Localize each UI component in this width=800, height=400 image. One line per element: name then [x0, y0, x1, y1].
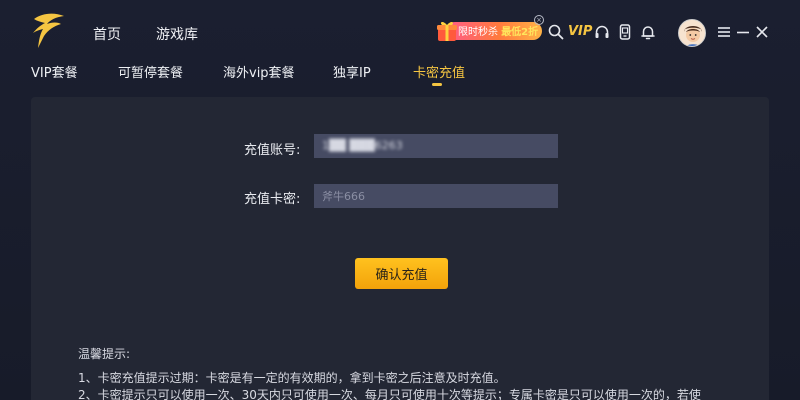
tips-title: 温馨提示:	[78, 347, 131, 361]
vip-icon[interactable]: VIP	[568, 24, 592, 39]
card-label: 充值卡密:	[244, 192, 301, 207]
search-icon[interactable]	[548, 24, 564, 40]
bell-icon[interactable]	[640, 24, 656, 40]
account-label: 充值账号:	[244, 143, 301, 158]
avatar-face-icon	[679, 20, 705, 46]
confirm-recharge-button[interactable]: 确认充值	[355, 258, 448, 289]
promo-close-icon[interactable]: ×	[534, 15, 544, 25]
promo-text: 限时秒杀 最低2折	[458, 23, 538, 38]
nav-game-library[interactable]: 游戏库	[156, 24, 198, 44]
app-window: 首页 游戏库 限时秒杀 最低2折 × VIP VIP套餐 可暂停套餐 海外vip…	[0, 0, 800, 400]
tab-pausable-package[interactable]: 可暂停套餐	[118, 62, 183, 81]
account-input[interactable]: 1██ ███6263	[314, 134, 558, 158]
promo-text-prefix: 限时秒杀	[458, 27, 498, 38]
active-tab-indicator	[432, 83, 442, 86]
nav-home[interactable]: 首页	[93, 24, 121, 44]
headset-icon[interactable]	[594, 24, 610, 40]
title-bar: 首页 游戏库 限时秒杀 最低2折 × VIP	[0, 0, 800, 60]
promo-text-highlight: 最低2折	[501, 27, 539, 38]
tip-line-1: 1、卡密充值提示过期：卡密是有一定的有效期的，拿到卡密之后注意及时充值。	[78, 371, 506, 385]
logo-icon[interactable]	[30, 10, 68, 50]
gift-icon	[437, 21, 457, 41]
tab-vip-package[interactable]: VIP套餐	[31, 62, 78, 81]
close-icon[interactable]	[754, 24, 770, 40]
tab-card-recharge[interactable]: 卡密充值	[413, 62, 465, 81]
tab-dedicated-ip[interactable]: 独享IP	[333, 62, 371, 81]
account-value: 1██ ███6263	[322, 139, 403, 152]
promo-banner[interactable]: 限时秒杀 最低2折	[436, 19, 542, 43]
tip-line-2: 2、卡密提示只可以使用一次、30天内只可使用一次、每月只可使用十次等提示；专属卡…	[78, 388, 701, 400]
menu-icon[interactable]	[716, 24, 732, 40]
card-code-input[interactable]	[314, 184, 558, 208]
tab-overseas-vip-package[interactable]: 海外vip套餐	[223, 62, 295, 81]
avatar[interactable]	[678, 19, 706, 47]
phone-icon[interactable]	[617, 24, 633, 40]
minimize-icon[interactable]	[735, 24, 751, 40]
